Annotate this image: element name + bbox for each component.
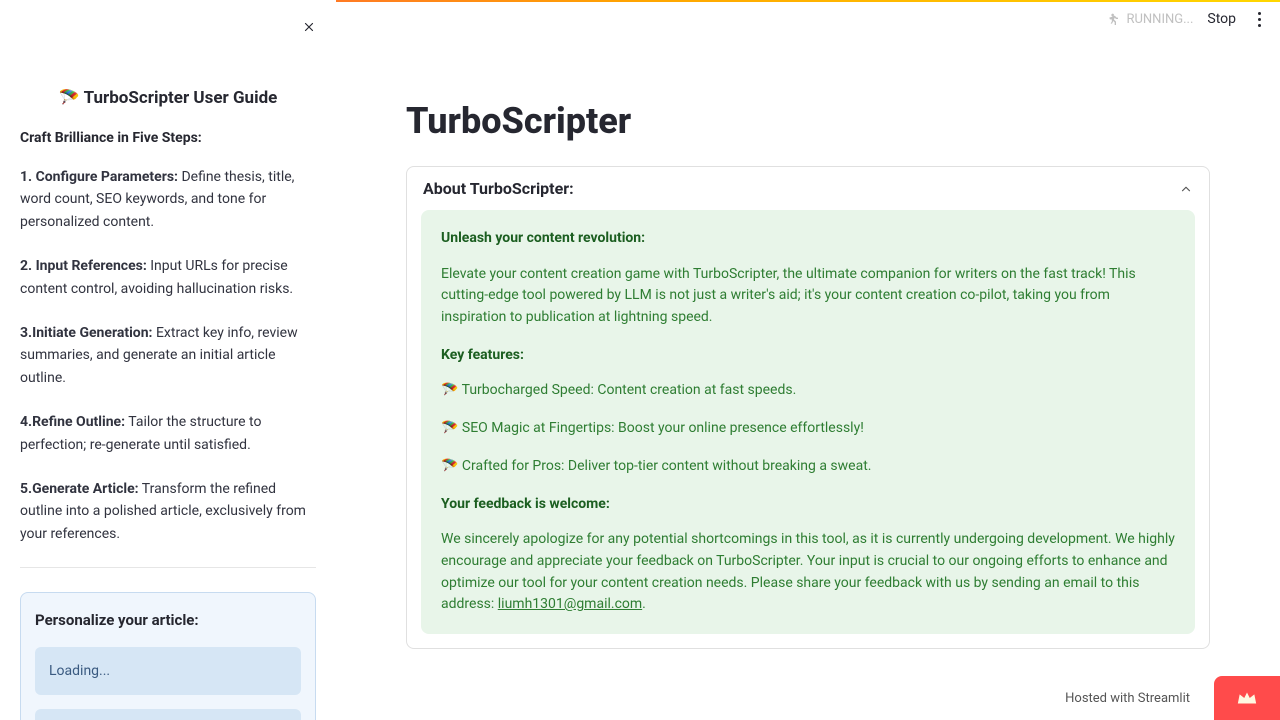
guide-step: 2. Input References: Input URLs for prec… <box>20 255 316 300</box>
streamlit-badge[interactable] <box>1214 676 1280 720</box>
loading-placeholder: Loading... <box>35 709 301 720</box>
guide-subhead: Craft Brilliance in Five Steps: <box>20 130 316 146</box>
stop-button[interactable]: Stop <box>1207 11 1236 27</box>
crown-icon <box>1236 690 1258 706</box>
about-success-box: Unleash your content revolution: Elevate… <box>421 210 1195 634</box>
guide-step: 1. Configure Parameters: Define thesis, … <box>20 166 316 233</box>
about-feature: 🪂 SEO Magic at Fingertips: Boost your on… <box>441 418 1175 440</box>
personalize-title: Personalize your article: <box>35 611 301 629</box>
guide-step: 3.Initiate Generation: Extract key info,… <box>20 322 316 389</box>
app-layout: 🪂 TurboScripter User Guide Craft Brillia… <box>0 0 1280 720</box>
about-feature: 🪂 Crafted for Pros: Deliver top-tier con… <box>441 456 1175 478</box>
main-panel: RUNNING... Stop TurboScripter About Turb… <box>336 0 1280 720</box>
topbar: RUNNING... Stop <box>1104 10 1268 28</box>
about-features-label: Key features: <box>441 345 1175 367</box>
sidebar: 🪂 TurboScripter User Guide Craft Brillia… <box>0 0 336 720</box>
running-label: RUNNING... <box>1126 12 1193 27</box>
running-icon <box>1104 11 1120 27</box>
loading-placeholder: Loading... <box>35 647 301 695</box>
expander-toggle[interactable]: About TurboScripter: <box>407 167 1209 210</box>
about-feedback-label: Your feedback is welcome: <box>441 494 1175 516</box>
footer-hosted: Hosted with Streamlit <box>1065 691 1190 706</box>
close-icon <box>302 20 316 34</box>
guide-title: 🪂 TurboScripter User Guide <box>20 88 316 108</box>
about-lead-text: Elevate your content creation game with … <box>441 264 1175 329</box>
about-lead-bold: Unleash your content revolution: <box>441 228 1175 250</box>
about-feedback-text: We sincerely apologize for any potential… <box>441 529 1175 616</box>
chevron-up-icon <box>1179 182 1193 196</box>
menu-button[interactable] <box>1250 10 1268 28</box>
expander-title: About TurboScripter: <box>423 179 574 198</box>
guide-step: 5.Generate Article: Transform the refine… <box>20 478 316 545</box>
personalize-card: Personalize your article: Loading... Loa… <box>20 592 316 720</box>
expander-body: Unleash your content revolution: Elevate… <box>407 210 1209 648</box>
about-feature: 🪂 Turbocharged Speed: Content creation a… <box>441 380 1175 402</box>
divider <box>20 567 316 568</box>
running-status: RUNNING... <box>1104 11 1193 27</box>
feedback-email-link[interactable]: liumh1301@gmail.com <box>498 596 642 612</box>
page-title: TurboScripter <box>406 100 1210 142</box>
close-sidebar-button[interactable] <box>298 16 320 38</box>
guide-step: 4.Refine Outline: Tailor the structure t… <box>20 411 316 456</box>
about-expander: About TurboScripter: Unleash your conten… <box>406 166 1210 649</box>
